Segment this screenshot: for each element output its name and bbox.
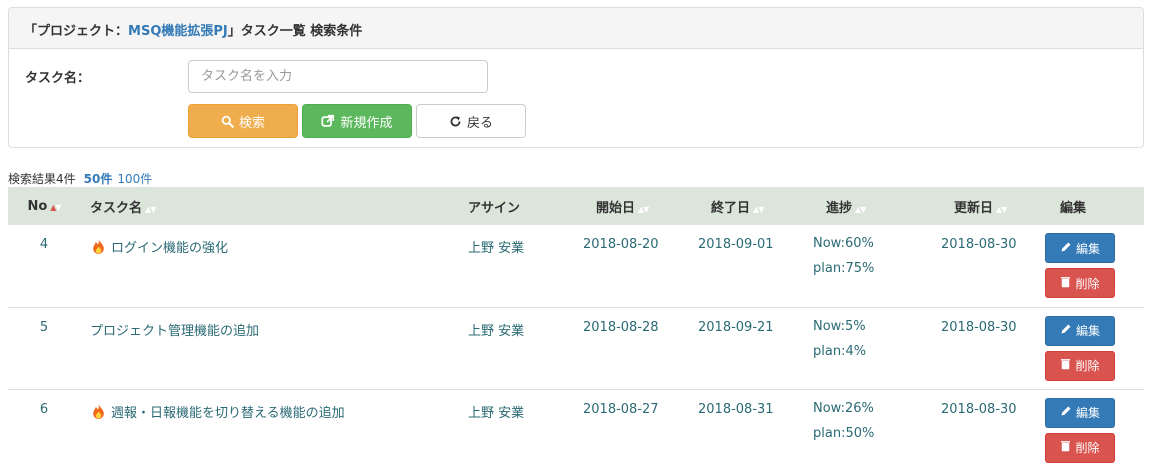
- external-link-icon: [321, 114, 335, 128]
- new-create-button-label: 新規作成: [340, 115, 393, 131]
- end-date: 2018-09-01: [698, 237, 774, 252]
- sort-icon[interactable]: ▲▼: [996, 205, 1007, 214]
- sort-icon[interactable]: ▲▼: [855, 205, 866, 214]
- fire-icon: [90, 238, 107, 255]
- search-button[interactable]: 検索: [188, 104, 298, 138]
- fire-icon: [90, 403, 107, 420]
- row-no: 6: [39, 401, 49, 417]
- pencil-icon: [1060, 241, 1072, 256]
- delete-button[interactable]: 削除: [1045, 350, 1115, 381]
- col-updated[interactable]: 更新日 ▲▼: [929, 187, 1029, 225]
- col-updated-label: 更新日: [954, 200, 994, 216]
- task-name: ログイン機能の強化: [111, 241, 229, 256]
- col-task-label: タスク名: [90, 200, 143, 216]
- updated-date: 2018-08-30: [941, 401, 1017, 417]
- project-name: MSQ機能拡張PJ: [128, 24, 228, 39]
- result-summary: 検索結果4件 50件 100件: [8, 170, 152, 187]
- row-no: 4: [39, 237, 49, 252]
- task-link[interactable]: プロジェクト管理機能の追加: [90, 320, 458, 339]
- trash-icon: [1060, 276, 1071, 291]
- col-edit: 編集: [1029, 187, 1144, 225]
- end-date: 2018-08-31: [698, 401, 774, 417]
- refresh-icon: [449, 115, 462, 128]
- edit-button-label: 編集: [1075, 324, 1100, 338]
- progress-plan: plan:50%: [813, 425, 875, 441]
- task-table: No ▲▼ タスク名 ▲▼ アサイン 開始日 ▲▼ 終了日 ▲▼ 進捗 ▲▼ 更新日 ▲▼ …: [8, 187, 1144, 467]
- progress-now: Now:26%: [813, 400, 874, 416]
- task-link[interactable]: 週報・日報機能を切り替える機能の追加: [90, 402, 458, 421]
- delete-button-label: 削除: [1075, 359, 1100, 373]
- start-date: 2018-08-20: [583, 237, 659, 252]
- delete-button-label: 削除: [1075, 441, 1100, 455]
- task-link[interactable]: ログイン機能の強化: [90, 237, 458, 256]
- start-date: 2018-08-28: [583, 319, 659, 335]
- task-name: 週報・日報機能を切り替える機能の追加: [111, 405, 345, 421]
- progress: Now:60% plan:75%: [800, 225, 929, 307]
- progress-now: Now:60%: [813, 236, 874, 251]
- result-count: 検索結果4件: [8, 172, 76, 186]
- progress-plan: plan:75%: [813, 261, 875, 276]
- search-icon: [221, 115, 234, 128]
- table-row: 5 プロジェクト管理機能の追加 上野 安業 2018-08-28 2018-09…: [8, 307, 1144, 389]
- assignee: 上野 安業: [468, 323, 525, 339]
- col-assignee: アサイン: [458, 187, 570, 225]
- edit-button[interactable]: 編集: [1045, 233, 1115, 263]
- col-start[interactable]: 開始日 ▲▼: [570, 187, 685, 225]
- end-date: 2018-09-21: [698, 319, 774, 335]
- progress-now: Now:5%: [813, 318, 866, 334]
- new-create-button[interactable]: 新規作成: [302, 104, 412, 138]
- delete-button[interactable]: 削除: [1045, 432, 1115, 463]
- col-end[interactable]: 終了日 ▲▼: [685, 187, 800, 225]
- assignee: 上野 安業: [468, 405, 525, 421]
- start-date: 2018-08-27: [583, 401, 659, 417]
- edit-button[interactable]: 編集: [1045, 397, 1115, 428]
- sort-icon[interactable]: ▲▼: [145, 205, 156, 214]
- edit-button-label: 編集: [1075, 241, 1100, 256]
- delete-button-label: 削除: [1075, 276, 1100, 291]
- pencil-icon: [1060, 323, 1072, 338]
- pencil-icon: [1060, 405, 1072, 420]
- sort-icon[interactable]: ▲▼: [638, 205, 649, 214]
- col-assignee-label: アサイン: [468, 200, 521, 216]
- assignee: 上野 安業: [468, 241, 525, 256]
- row-no: 5: [39, 319, 49, 335]
- col-no-label: No: [27, 198, 48, 214]
- back-button[interactable]: 戻る: [416, 104, 526, 138]
- panel-title-prefix: 「プロジェクト：: [24, 24, 129, 39]
- col-task[interactable]: タスク名 ▲▼: [80, 187, 458, 225]
- panel-title-suffix: 」タスク一覧 検索条件: [227, 24, 363, 39]
- search-panel: 「プロジェクト：MSQ機能拡張PJ」タスク一覧 検索条件 タスク名： 検索 新規…: [8, 7, 1144, 148]
- col-progress[interactable]: 進捗 ▲▼: [800, 187, 929, 225]
- back-button-label: 戻る: [466, 115, 493, 131]
- table-row: 6 週報・日報機能を切り替える機能の追加 上野 安業 2018-08-27 20…: [8, 389, 1144, 467]
- trash-icon: [1060, 358, 1071, 373]
- col-end-label: 終了日: [711, 200, 751, 216]
- progress: Now:26% plan:50%: [800, 389, 929, 467]
- task-name-input[interactable]: [188, 60, 488, 93]
- table-header-row: No ▲▼ タスク名 ▲▼ アサイン 開始日 ▲▼ 終了日 ▲▼ 進捗 ▲▼ 更新日 ▲▼ …: [8, 187, 1144, 225]
- page-size-100-link[interactable]: 100件: [117, 172, 152, 186]
- search-button-label: 検索: [238, 115, 265, 131]
- progress-plan: plan:4%: [813, 343, 867, 359]
- col-progress-label: 進捗: [826, 200, 853, 216]
- col-start-label: 開始日: [596, 200, 636, 216]
- task-name: プロジェクト管理機能の追加: [90, 323, 260, 339]
- progress: Now:5% plan:4%: [800, 307, 929, 389]
- trash-icon: [1060, 440, 1071, 455]
- updated-date: 2018-08-30: [941, 237, 1017, 252]
- panel-title: 「プロジェクト：MSQ機能拡張PJ」タスク一覧 検索条件: [9, 8, 1143, 49]
- sort-icon[interactable]: ▲▼: [50, 203, 61, 212]
- task-name-label: タスク名：: [25, 71, 91, 86]
- table-row: 4 ログイン機能の強化 上野 安業 2018-08-20 2018-09-01 …: [8, 225, 1144, 307]
- col-edit-label: 編集: [1060, 200, 1087, 216]
- edit-button-label: 編集: [1075, 406, 1100, 420]
- updated-date: 2018-08-30: [941, 319, 1017, 335]
- col-no[interactable]: No ▲▼: [8, 187, 80, 225]
- delete-button[interactable]: 削除: [1045, 268, 1115, 298]
- page-size-50-link[interactable]: 50件: [84, 172, 113, 186]
- edit-button[interactable]: 編集: [1045, 315, 1115, 346]
- sort-icon[interactable]: ▲▼: [753, 205, 764, 214]
